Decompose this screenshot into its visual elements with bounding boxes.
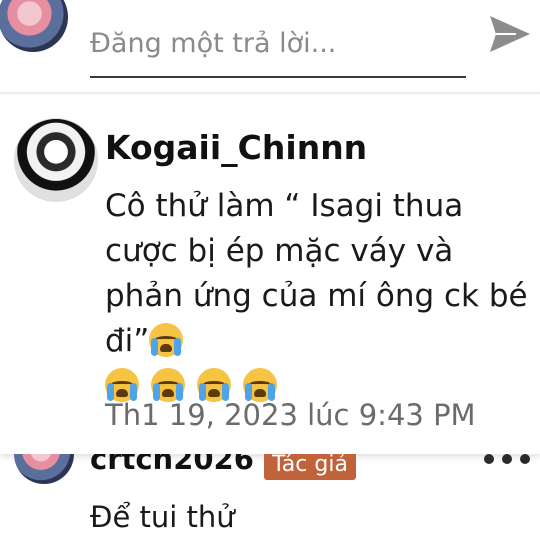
crying-emoji-icon (150, 368, 185, 402)
next-comment-text: Để tui thử (90, 500, 235, 534)
crying-emoji-icon (149, 323, 184, 357)
next-comment: crtch2026 Tác giả Để tui thử (0, 454, 540, 540)
reply-input[interactable] (90, 10, 466, 78)
crying-emoji-icon (242, 368, 277, 402)
author-badge: Tác giả (264, 454, 356, 480)
more-options-button[interactable] (482, 454, 534, 470)
comment-timestamp: Th1 19, 2023 lúc 9:43 PM (105, 398, 476, 432)
commenter-avatar[interactable] (14, 118, 98, 202)
crying-emoji-icon (105, 368, 139, 402)
comment-card: Kogaii_Chinnn Cô thử làm “ Isagi thua cư… (0, 96, 540, 454)
author-avatar[interactable] (14, 454, 74, 484)
next-comment-username[interactable]: crtch2026 (90, 454, 254, 476)
current-user-avatar (0, 0, 68, 52)
comment-username[interactable]: Kogaii_Chinnn (105, 128, 367, 167)
reply-bar (0, 0, 540, 90)
send-icon (490, 16, 530, 52)
send-button[interactable] (486, 12, 534, 56)
divider (0, 92, 540, 94)
crying-emoji-icon (196, 368, 231, 402)
comment-body: Cô thử làm “ Isagi thua cược bị ép mặc v… (105, 184, 535, 409)
